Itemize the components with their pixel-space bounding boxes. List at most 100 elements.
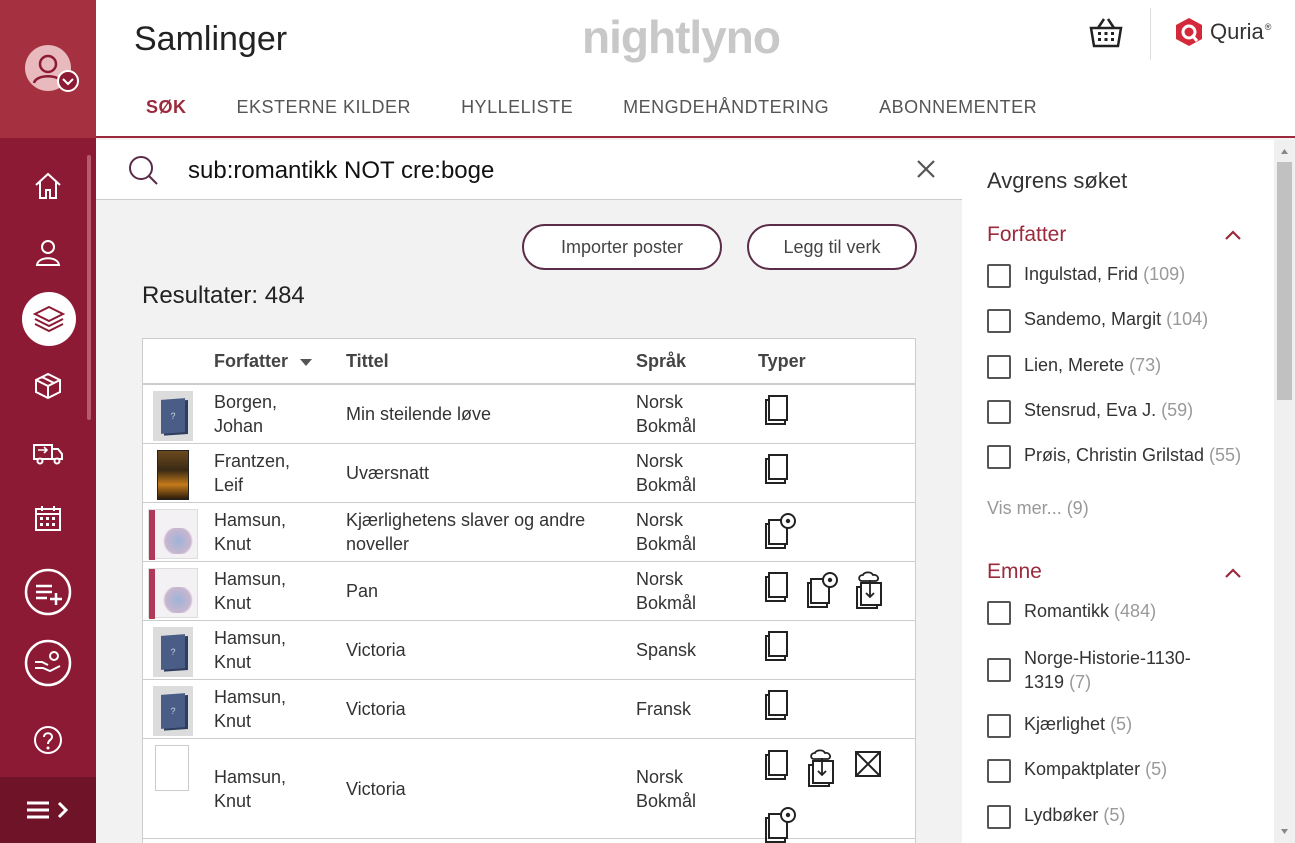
cover-image[interactable]	[153, 745, 193, 793]
scrollbar-thumb[interactable]	[1277, 162, 1292, 400]
ebook-download-icon[interactable]	[853, 571, 887, 614]
facet-checkbox-item[interactable]: Lydbøker (5)	[987, 805, 1125, 829]
facet-checkbox-item[interactable]: Prøis, Christin Grilstad (55)	[987, 445, 1241, 469]
facet-scrollbar[interactable]	[1274, 140, 1295, 843]
table-row[interactable]: ? Hamsun, Knut Victoria Fransk	[143, 680, 915, 739]
cover-image[interactable]: ?	[153, 686, 193, 736]
add-work-button[interactable]: Legg til verk	[747, 224, 917, 270]
add-list-icon[interactable]	[20, 564, 76, 620]
collections-nav-icon[interactable]	[22, 292, 76, 346]
author-cell[interactable]: Frantzen, Leif	[214, 449, 290, 497]
home-nav-icon[interactable]	[20, 158, 76, 214]
checkbox[interactable]	[987, 805, 1011, 829]
calendar-icon[interactable]	[20, 490, 76, 546]
book-icon[interactable]	[763, 689, 791, 726]
scroll-up-arrow-icon[interactable]	[1274, 144, 1295, 158]
table-row[interactable]: Hamsun, Knut Kjærlighetens slaver og andre…	[143, 503, 915, 562]
table-row[interactable]: ? Borgen, Johan Min steilende løve Norsk Bokm…	[143, 385, 915, 444]
title-cell[interactable]: Uværsnatt	[346, 461, 616, 485]
book-icon[interactable]	[763, 394, 791, 431]
tab-hylleliste[interactable]: HYLLELISTE	[461, 97, 573, 118]
cover-image[interactable]	[153, 450, 193, 500]
checkbox[interactable]	[987, 601, 1011, 625]
checkbox[interactable]	[987, 355, 1011, 379]
author-cell[interactable]: Borgen, Johan	[214, 390, 277, 438]
cover-image[interactable]: ?	[153, 391, 193, 441]
column-header-author[interactable]: Forfatter	[214, 351, 313, 372]
chevron-up-icon[interactable]	[1224, 566, 1242, 584]
facet-checkbox-item[interactable]: Norge-Historie-1130- 1319 (7)	[987, 646, 1191, 694]
checkbox[interactable]	[987, 264, 1011, 288]
ebook-download-icon[interactable]	[805, 749, 839, 792]
checkbox[interactable]	[987, 714, 1011, 738]
facet-label: Norge-Historie-1130-	[1024, 648, 1191, 668]
facet-checkbox-item[interactable]: Lien, Merete (73)	[987, 355, 1161, 379]
title-cell[interactable]: Victoria	[346, 638, 616, 662]
author-cell[interactable]: Hamsun, Knut	[214, 567, 286, 615]
table-row[interactable]: ? Hamsun, Knut Victoria Spansk	[143, 621, 915, 680]
book-icon[interactable]	[763, 749, 791, 792]
audiobook-icon[interactable]	[805, 571, 839, 614]
checkbox[interactable]	[987, 309, 1011, 333]
table-row[interactable]: Frantzen, Leif Uværsnatt Norsk Bokmål	[143, 444, 915, 503]
language-cell: Norsk Bokmål	[636, 390, 696, 438]
quria-logo: Quria ®	[1174, 16, 1271, 48]
tab-eksterne-kilder[interactable]: EKSTERNE KILDER	[237, 97, 412, 118]
transfers-truck-icon[interactable]	[20, 424, 76, 480]
audiobook-icon[interactable]	[763, 512, 797, 555]
facet-checkbox-item[interactable]: Kjærlighet (5)	[987, 714, 1132, 738]
column-header-title[interactable]: Tittel	[346, 351, 389, 372]
title-cell[interactable]: Victoria	[346, 777, 616, 801]
author-first-name: Johan	[214, 416, 264, 436]
cover-image[interactable]	[148, 509, 198, 560]
facet-subject-title[interactable]: Emne	[987, 560, 1042, 584]
title-cell[interactable]: Min steilende løve	[346, 402, 616, 426]
donation-hand-icon[interactable]	[20, 635, 76, 691]
package-icon[interactable]	[853, 749, 883, 792]
checkbox[interactable]	[987, 400, 1011, 424]
import-records-button[interactable]: Importer poster	[522, 224, 722, 270]
clear-search-icon[interactable]	[914, 157, 938, 186]
book-icon[interactable]	[763, 453, 791, 490]
author-first-name: Leif	[214, 475, 244, 495]
book-icon[interactable]	[763, 571, 791, 614]
book-icon[interactable]	[763, 630, 791, 667]
checkbox[interactable]	[987, 658, 1011, 682]
title-cell[interactable]: Kjærlighetens slaver og andre noveller	[346, 508, 616, 556]
author-cell[interactable]: Hamsun, Knut	[214, 508, 286, 556]
user-menu-chevron-icon[interactable]	[57, 70, 79, 92]
checkbox[interactable]	[987, 759, 1011, 783]
tab-sok[interactable]: SØK	[146, 97, 187, 118]
facet-checkbox-item[interactable]: Stensrud, Eva J. (59)	[987, 400, 1193, 424]
column-header-language[interactable]: Språk	[636, 351, 686, 372]
facet-checkbox-item[interactable]: Kompaktplater (5)	[987, 759, 1167, 783]
tab-abonnementer[interactable]: ABONNEMENTER	[879, 97, 1037, 118]
title-cell[interactable]: Pan	[346, 579, 616, 603]
facet-author-title[interactable]: Forfatter	[987, 223, 1066, 247]
author-cell[interactable]: Hamsun, Knut	[214, 685, 286, 733]
acquisitions-box-icon[interactable]	[20, 358, 76, 414]
author-cell[interactable]: Hamsun, Knut	[214, 765, 286, 813]
expand-menu-button[interactable]	[0, 777, 96, 843]
title-cell[interactable]: Victoria	[346, 697, 616, 721]
search-icon[interactable]	[126, 153, 160, 192]
facet-checkbox-item[interactable]: Ingulstad, Frid (109)	[987, 264, 1185, 288]
table-row[interactable]: Hamsun, Knut Pan Norsk Bokmål	[143, 562, 915, 621]
cover-image[interactable]: ?	[153, 627, 193, 677]
checkbox[interactable]	[987, 445, 1011, 469]
show-more-link[interactable]: Vis mer... (9)	[987, 498, 1089, 519]
audiobook-icon[interactable]	[763, 806, 797, 843]
cover-image[interactable]	[148, 568, 198, 619]
facet-checkbox-item[interactable]: Sandemo, Margit (104)	[987, 309, 1208, 333]
table-row[interactable]: Hamsun, Knut Victoria Norsk Bokmål	[143, 739, 915, 843]
tab-mengdehandtering[interactable]: MENGDEHÅNDTERING	[623, 97, 829, 118]
sidebar-scrollbar[interactable]	[87, 155, 91, 420]
patron-nav-icon[interactable]	[20, 224, 76, 280]
author-cell[interactable]: Hamsun, Knut	[214, 626, 286, 674]
chevron-up-icon[interactable]	[1224, 228, 1242, 246]
search-input[interactable]	[188, 157, 888, 185]
basket-icon[interactable]	[1088, 14, 1124, 55]
help-icon[interactable]	[20, 712, 76, 768]
scroll-down-arrow-icon[interactable]	[1274, 825, 1295, 839]
facet-checkbox-item[interactable]: Romantikk (484)	[987, 601, 1156, 625]
